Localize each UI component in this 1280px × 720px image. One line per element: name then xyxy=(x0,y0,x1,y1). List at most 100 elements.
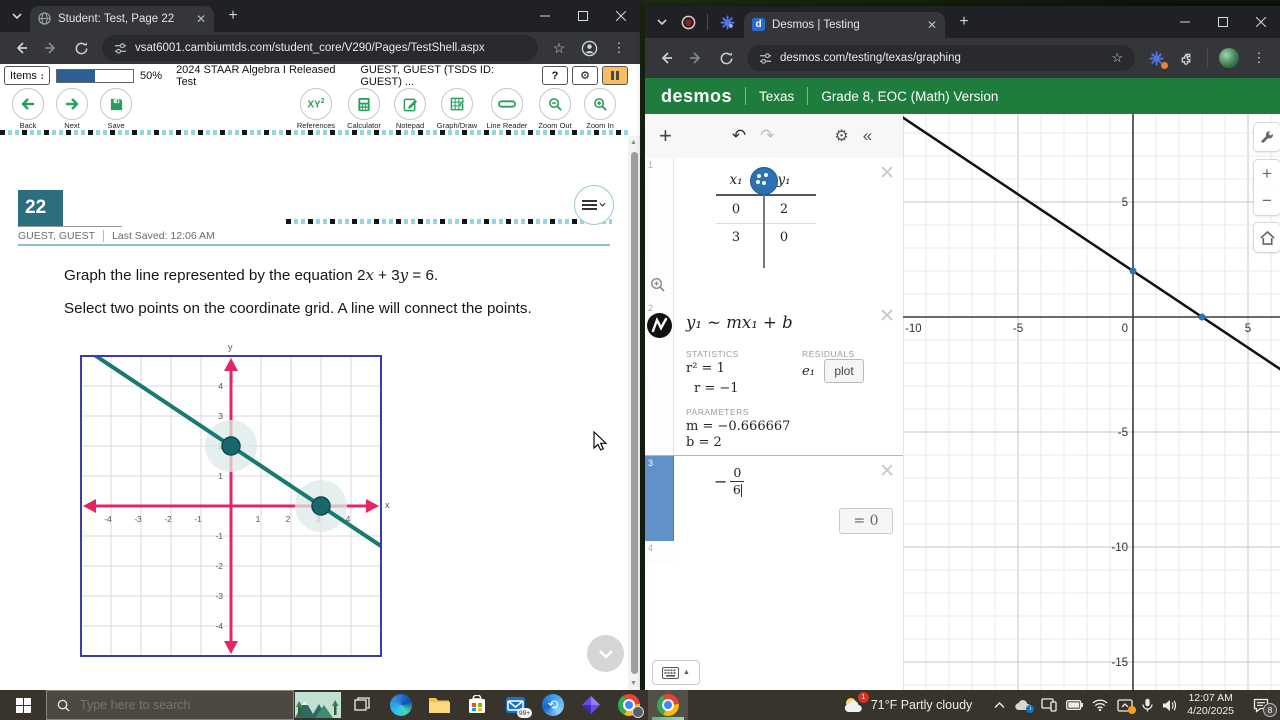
minimize-button[interactable] xyxy=(1166,6,1204,38)
expression-row-table[interactable]: 1 ✕ x₁ y₁ 0 2 3 0 xyxy=(645,158,903,302)
expression-row-empty[interactable]: 4 xyxy=(645,541,903,566)
battery-icon[interactable] xyxy=(1066,700,1084,710)
calculator-button[interactable]: Calculator xyxy=(340,88,388,130)
graph-settings-gear-icon[interactable]: ⚙ xyxy=(834,126,848,146)
graph-settings-wrench-button[interactable] xyxy=(1253,122,1280,152)
add-expression-button[interactable]: + xyxy=(659,123,672,149)
regression-style-icon[interactable] xyxy=(647,313,672,338)
browser-tab[interactable]: Student: Test, Page 22 ✕ xyxy=(30,5,214,32)
pinned-extension-icon[interactable] xyxy=(714,9,740,35)
minimize-button[interactable] xyxy=(526,0,564,32)
collapse-panel-icon[interactable]: « xyxy=(863,126,872,146)
profile-avatar[interactable] xyxy=(1216,45,1242,71)
weather-widget[interactable]: 1 71°F Partly cloudy xyxy=(835,690,981,720)
reload-icon[interactable] xyxy=(713,45,739,71)
wifi-icon[interactable] xyxy=(1092,699,1108,711)
scroll-thumb[interactable] xyxy=(630,152,638,674)
file-explorer-icon[interactable] xyxy=(420,690,458,720)
table-row[interactable]: 3 0 xyxy=(716,224,816,251)
expression-row-regression[interactable]: 2 ✕ y₁ ~ mx₁ + b STATISTICS r² = 1 r = −… xyxy=(645,301,903,456)
fraction-expression[interactable]: − 0 6 xyxy=(714,466,745,497)
new-tab-button[interactable]: + xyxy=(220,3,246,29)
edge-icon[interactable] xyxy=(382,690,420,720)
tab-search-chevron-icon[interactable] xyxy=(649,9,675,35)
scroll-up-arrow[interactable]: ▲ xyxy=(630,139,637,146)
browser-tab[interactable]: d Desmos | Testing ✕ xyxy=(744,11,945,38)
column-style-icon[interactable] xyxy=(750,167,778,195)
action-center-button[interactable]: 8 xyxy=(1244,690,1278,720)
widgets-interests-button[interactable] xyxy=(294,690,342,720)
forward-icon[interactable] xyxy=(38,35,64,61)
tab-close-icon[interactable]: ✕ xyxy=(927,19,937,31)
back-icon[interactable] xyxy=(653,45,679,71)
reload-icon[interactable] xyxy=(68,35,94,61)
references-button[interactable]: XY2 References xyxy=(292,88,340,130)
url-bar[interactable]: vsat6001.cambiumtds.com/student_core/V29… xyxy=(102,35,538,61)
coordinate-grid[interactable]: -4-3-2-11234-4-3-2-11234 xyxy=(80,355,382,657)
maximize-button[interactable] xyxy=(564,0,602,32)
delete-expression-icon[interactable]: ✕ xyxy=(879,307,895,326)
home-view-button[interactable] xyxy=(1253,222,1280,253)
screen-share-icon[interactable] xyxy=(1117,698,1137,714)
save-button[interactable]: Save xyxy=(94,88,138,130)
pause-button[interactable] xyxy=(602,66,628,85)
tab-search-chevron-icon[interactable] xyxy=(4,3,30,29)
bookmark-star-icon[interactable]: ☆ xyxy=(1111,50,1123,66)
regression-formula[interactable]: y₁ ~ mx₁ + b xyxy=(686,313,793,332)
purple-app-icon[interactable] xyxy=(572,690,610,720)
undo-icon[interactable]: ↶ xyxy=(732,126,746,146)
chrome-profile-icon[interactable] xyxy=(610,690,648,720)
menu-dots-icon[interactable]: ⋮ xyxy=(606,35,632,61)
desmos-graph-canvas[interactable]: -10 -5 0 5 5 -5 -10 -15 xyxy=(903,114,1280,690)
bookmark-star-icon[interactable]: ☆ xyxy=(546,35,572,61)
zoom-in-button[interactable]: Zoom In xyxy=(578,88,622,130)
settings-button[interactable]: ⚙ xyxy=(572,66,598,85)
recording-indicator-icon[interactable] xyxy=(675,9,701,35)
speaker-icon[interactable] xyxy=(1162,699,1177,712)
tray-chevron-icon[interactable] xyxy=(994,701,1005,709)
onedrive-icon[interactable]: i xyxy=(1014,699,1035,713)
task-view-button[interactable] xyxy=(342,690,382,720)
items-dropdown[interactable]: Items ↕ xyxy=(4,66,51,85)
url-bar[interactable]: desmos.com/testing/texas/graphing ☆ xyxy=(747,45,1135,71)
clock[interactable]: 12:07 AM 4/20/2025 xyxy=(1177,690,1244,720)
graph-draw-button[interactable]: Graph/Draw xyxy=(432,88,482,130)
item-menu-button[interactable] xyxy=(574,185,614,225)
site-settings-icon[interactable] xyxy=(759,52,772,65)
taskbar-search[interactable] xyxy=(46,690,294,720)
menu-dots-icon[interactable]: ⋮ xyxy=(1246,45,1272,71)
tab-close-icon[interactable]: ✕ xyxy=(196,13,206,25)
delete-expression-icon[interactable]: ✕ xyxy=(879,462,895,481)
delete-expression-icon[interactable]: ✕ xyxy=(879,164,895,183)
back-icon[interactable] xyxy=(8,35,34,61)
profile-icon[interactable] xyxy=(576,35,602,61)
start-button[interactable] xyxy=(0,690,46,720)
site-settings-icon[interactable] xyxy=(114,42,127,55)
chrome-active-icon[interactable] xyxy=(648,690,688,720)
plot-button[interactable]: plot xyxy=(824,359,864,383)
line-reader-button[interactable]: Line Reader xyxy=(482,88,532,130)
expression-row-fraction[interactable]: 3 ✕ − 0 6 = 0 xyxy=(645,455,904,543)
notepad-button[interactable]: Notepad xyxy=(388,88,432,130)
scrollbar[interactable]: ▲ ▼ xyxy=(628,136,640,690)
search-input[interactable] xyxy=(78,697,262,713)
extensions-puzzle-icon[interactable] xyxy=(1173,45,1199,71)
keypad-toggle-button[interactable]: ▲ xyxy=(652,660,700,685)
sync-app-icon[interactable]: ⟲ xyxy=(534,690,572,720)
extension-flower-icon[interactable] xyxy=(1143,45,1169,71)
redo-icon[interactable]: ↷ xyxy=(760,126,774,146)
zoom-fit-icon[interactable] xyxy=(650,277,666,293)
table-row[interactable]: 0 2 xyxy=(716,196,816,223)
microphone-icon[interactable] xyxy=(1142,698,1153,712)
forward-icon[interactable] xyxy=(683,45,709,71)
zoom-in-graph-button[interactable]: + xyxy=(1253,159,1280,189)
close-button[interactable] xyxy=(1242,6,1280,38)
zoom-out-button[interactable]: Zoom Out xyxy=(532,88,578,130)
microsoft-store-icon[interactable] xyxy=(458,690,496,720)
close-button[interactable] xyxy=(602,0,640,32)
back-test-button[interactable]: Back xyxy=(6,88,50,130)
new-tab-button[interactable]: + xyxy=(951,9,977,35)
scroll-down-arrow[interactable]: ▼ xyxy=(630,680,637,687)
scroll-down-button[interactable] xyxy=(587,635,624,672)
maximize-button[interactable] xyxy=(1204,6,1242,38)
